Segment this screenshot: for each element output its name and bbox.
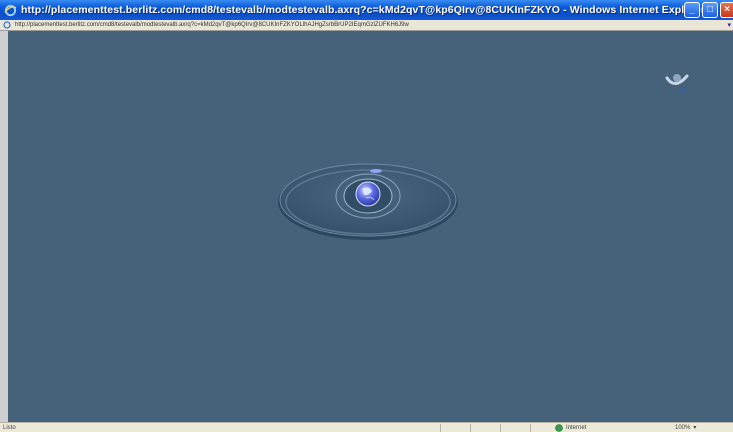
window-title: http://placementtest.berlitz.com/cmd8/te… (21, 4, 706, 16)
zone-label: Internet (566, 424, 587, 431)
loading-spinner-icon (665, 74, 689, 92)
address-bar[interactable]: http://placementtest.berlitz.com/cmd8/te… (0, 20, 733, 31)
status-divider (470, 424, 471, 432)
loading-disc (278, 163, 458, 240)
status-bar: Listo Internet 100% ▾ (0, 422, 733, 432)
status-divider (530, 424, 531, 432)
title-bar[interactable]: http://placementtest.berlitz.com/cmd8/te… (0, 0, 733, 20)
chevron-down-icon: ▾ (693, 425, 697, 431)
close-button[interactable]: × (720, 2, 733, 18)
maximize-button[interactable]: □ (702, 2, 718, 18)
zoom-control[interactable]: 100% ▾ (675, 423, 696, 432)
status-text: Listo (3, 424, 16, 431)
globe-icon (555, 423, 563, 432)
zoom-label: 100% (675, 424, 691, 431)
window-controls: _ □ × (684, 2, 733, 18)
security-zone[interactable]: Internet (555, 423, 586, 432)
minimize-button[interactable]: _ (684, 2, 700, 18)
page-icon (3, 21, 11, 29)
window-left-border (0, 31, 8, 422)
address-url[interactable]: http://placementtest.berlitz.com/cmd8/te… (15, 22, 409, 28)
ie-logo-icon (4, 4, 17, 16)
status-divider (440, 424, 441, 432)
address-dropdown-icon[interactable]: ▾ (727, 21, 731, 29)
status-divider (500, 424, 501, 432)
ie-window: http://placementtest.berlitz.com/cmd8/te… (0, 0, 733, 432)
